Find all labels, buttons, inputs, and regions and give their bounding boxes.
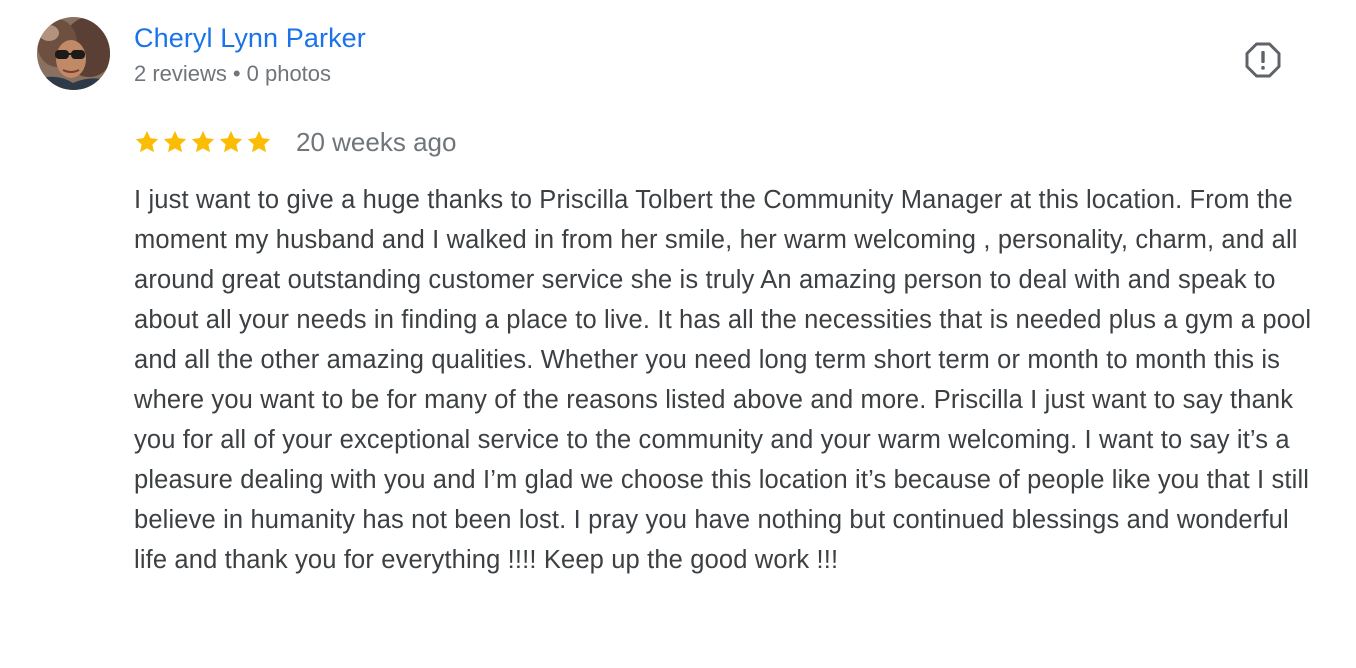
review-text: I just want to give a huge thanks to Pri… (134, 186, 1312, 574)
avatar[interactable] (37, 17, 110, 90)
report-button[interactable] (1240, 37, 1286, 83)
star-icon (135, 130, 159, 153)
star-icon (247, 130, 271, 153)
review-date: 20 weeks ago (296, 127, 457, 157)
meta-separator: • (232, 61, 241, 86)
review-card: Cheryl Lynn Parker 2 reviews • 0 photos 20… (0, 0, 1356, 668)
rating-row: 20 weeks ago (134, 122, 456, 162)
report-flag-icon (1245, 42, 1281, 78)
author-name[interactable]: Cheryl Lynn Parker (134, 21, 366, 55)
author-meta: 2 reviews • 0 photos (134, 60, 331, 88)
star-icon (191, 130, 215, 153)
star-rating (134, 129, 272, 155)
author-photo-count: 0 photos (246, 61, 332, 86)
author-review-count: 2 reviews (134, 61, 227, 86)
avatar-photo (37, 17, 110, 90)
star-icon (163, 130, 187, 153)
star-icon (219, 130, 243, 153)
